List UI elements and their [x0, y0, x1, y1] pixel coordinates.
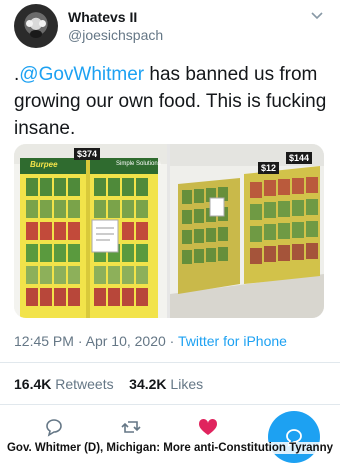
likes-count: 34.2K [129, 376, 167, 392]
meta-separator: · [165, 333, 178, 349]
likes-label: Likes [166, 376, 204, 392]
compose-button[interactable] [268, 411, 320, 463]
seed-aisle-illustration [170, 144, 324, 318]
price-tag: $144 [286, 152, 313, 164]
meta-separator: · [73, 333, 86, 349]
photo-seed-rack-left[interactable]: $374 Burpee Simple Solutions [14, 144, 167, 318]
heart-icon[interactable] [197, 416, 219, 438]
avatar[interactable] [14, 4, 58, 48]
tweet-timestamp: 12:45 PM · Apr 10, 2020 · Twitter for iP… [14, 333, 287, 349]
tweet-time[interactable]: 12:45 PM [14, 333, 74, 349]
brand-label: Burpee [30, 160, 58, 169]
tweet-stats: 16.4K Retweets 34.2K Likes [14, 376, 203, 392]
avatar-eye [39, 20, 46, 27]
photo-seed-aisle-right[interactable]: $12 $144 [170, 144, 324, 318]
tweet-card: Whatevs II @joesichspach .@GovWhitmer ha… [0, 0, 340, 463]
divider [0, 362, 340, 363]
retweets-stat[interactable]: 16.4K Retweets [14, 376, 114, 392]
retweet-icon[interactable] [120, 416, 142, 438]
user-handle[interactable]: @joesichspach [68, 27, 163, 43]
price-tag: $12 [258, 162, 280, 174]
avatar-eye [26, 20, 33, 27]
tweet-date[interactable]: Apr 10, 2020 [86, 333, 166, 349]
retweets-label: Retweets [51, 376, 114, 392]
display-name[interactable]: Whatevs II [68, 9, 137, 25]
reply-icon[interactable] [43, 416, 65, 438]
divider [0, 404, 340, 405]
image-caption: Gov. Whitmer (D), Michigan: More anti-Co… [0, 442, 340, 454]
likes-stat[interactable]: 34.2K Likes [129, 376, 203, 392]
tweet-source[interactable]: Twitter for iPhone [178, 333, 287, 349]
tweet-text: .@GovWhitmer has banned us from growing … [14, 61, 330, 142]
sub-brand-label: Simple Solutions [116, 161, 161, 167]
seed-rack-illustration [14, 144, 167, 318]
mention-link[interactable]: @GovWhitmer [19, 64, 144, 85]
chevron-down-icon[interactable] [310, 8, 324, 22]
avatar-snout [30, 30, 42, 38]
tweet-media[interactable]: $374 Burpee Simple Solutions $12 $144 [14, 144, 324, 318]
retweets-count: 16.4K [14, 376, 52, 392]
price-tag: $374 [74, 148, 101, 160]
